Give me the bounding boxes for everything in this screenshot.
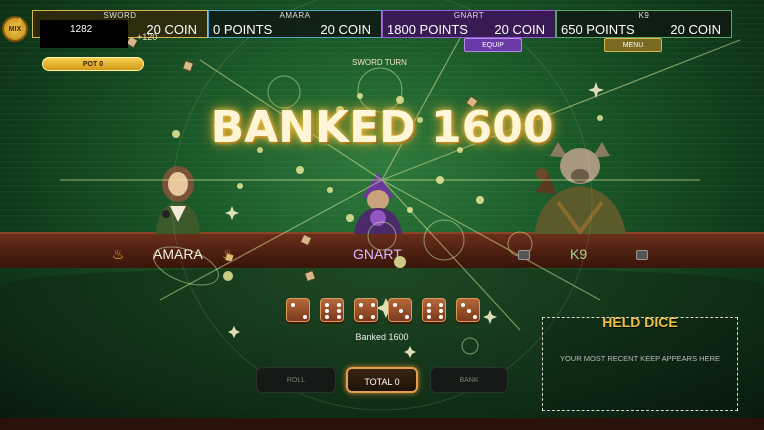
player-panel-gnart: GNART 1800 POINTS 20 COIN [382, 10, 556, 38]
points-bonus: +120 [137, 32, 158, 42]
die-pip [337, 303, 341, 307]
die[interactable] [422, 298, 446, 322]
turn-indicator: SWORD TURN [352, 58, 407, 67]
die-pip [359, 315, 363, 319]
roll-button[interactable]: ROLL [256, 367, 336, 393]
player-name: GNART [453, 11, 485, 20]
die-pip [291, 303, 295, 307]
seat-label-k9: K9 [570, 246, 588, 262]
player-points: 650 POINTS [561, 22, 635, 37]
game-stage: MIX ♪ SWORD 20 COIN 1282 +120 AMARA 0 PO… [0, 0, 764, 430]
lamp-icon: ♨ [222, 246, 235, 262]
die-pip [325, 303, 329, 307]
lamp-icon: ♨ [112, 246, 125, 262]
seat-label-gnart: GNART [353, 246, 402, 262]
player-coins: 20 COIN [494, 22, 545, 37]
amara-portrait [156, 166, 200, 234]
die-pip [359, 303, 363, 307]
die-pip [467, 309, 471, 313]
player-points: 1282 [70, 24, 93, 35]
die-pip [399, 309, 403, 313]
die[interactable] [388, 298, 412, 322]
die-pip [371, 315, 375, 319]
die-pip [337, 315, 341, 319]
chip-stack-icon [636, 250, 648, 260]
die-pip [461, 303, 465, 307]
scoreboard: MIX ♪ SWORD 20 COIN 1282 +120 AMARA 0 PO… [0, 8, 764, 48]
die-pip [325, 315, 329, 319]
player-coins: 20 COIN [670, 22, 721, 37]
music-button[interactable]: MIX [2, 16, 28, 42]
die-pip [439, 315, 443, 319]
player-points: 0 POINTS [213, 22, 273, 37]
player-panel-k9: K9 650 POINTS 20 COIN [556, 10, 732, 38]
redacted-points-box: 1282 [40, 20, 128, 48]
die[interactable] [286, 298, 310, 322]
player-panel-amara: AMARA 0 POINTS 20 COIN [208, 10, 382, 38]
player-name: AMARA [279, 11, 311, 20]
menu-button[interactable]: MENU [604, 38, 662, 52]
die-pip [393, 303, 397, 307]
seat-label-amara: AMARA [153, 246, 203, 262]
gnart-portrait [354, 172, 402, 234]
dice-row [286, 298, 482, 324]
player-points: 1800 POINTS [387, 22, 468, 37]
total-button[interactable]: TOTAL 0 [346, 367, 418, 393]
die-pip [427, 315, 431, 319]
held-dice-hint: YOUR MOST RECENT KEEP APPEARS HERE [559, 354, 721, 363]
die-pip [439, 309, 443, 313]
pot-badge: POT 0 [42, 57, 144, 71]
table-edge [0, 418, 764, 430]
held-dice-panel: HELD DICE YOUR MOST RECENT KEEP APPEARS … [542, 314, 738, 411]
bank-button[interactable]: BANK [430, 367, 508, 393]
die-pip [439, 303, 443, 307]
player-name: SWORD [103, 11, 137, 20]
banked-announcement: BANKED 1600 [210, 102, 554, 153]
held-dice-title: HELD DICE [602, 314, 678, 330]
die[interactable] [354, 298, 378, 322]
chip-stack-icon [518, 250, 530, 260]
die-pip [427, 309, 431, 313]
equip-button[interactable]: EQUIP [464, 38, 522, 52]
die[interactable] [456, 298, 480, 322]
player-name: K9 [638, 11, 650, 20]
die-pip [405, 315, 409, 319]
die-pip [371, 303, 375, 307]
die-pip [473, 315, 477, 319]
die[interactable] [320, 298, 344, 322]
player-coins: 20 COIN [320, 22, 371, 37]
die-pip [325, 309, 329, 313]
die-pip [303, 315, 307, 319]
music-note-icon: ♪ [16, 12, 23, 28]
die-pip [427, 303, 431, 307]
die-pip [337, 309, 341, 313]
